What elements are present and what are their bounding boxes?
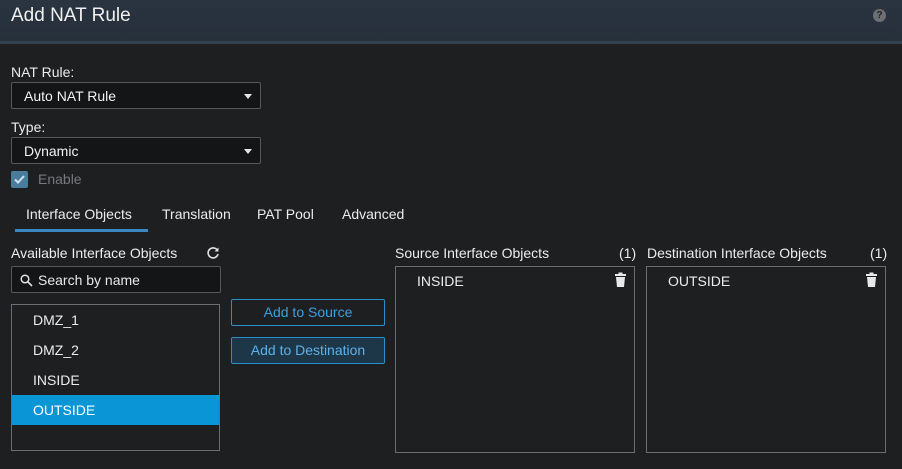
search-icon bbox=[20, 274, 33, 287]
refresh-icon[interactable] bbox=[206, 246, 220, 265]
list-item: INSIDE bbox=[417, 273, 464, 289]
list-item: OUTSIDE bbox=[668, 273, 731, 289]
chevron-down-icon bbox=[244, 149, 252, 154]
type-label: Type: bbox=[11, 119, 46, 135]
search-input[interactable] bbox=[38, 271, 216, 289]
type-select[interactable]: Dynamic bbox=[11, 137, 261, 164]
enable-label: Enable bbox=[38, 171, 82, 187]
tab-translation[interactable]: Translation bbox=[162, 206, 231, 222]
tab-interface-objects[interactable]: Interface Objects bbox=[26, 206, 132, 222]
dialog-header: Add NAT Rule ? bbox=[0, 0, 902, 44]
list-item[interactable]: INSIDE bbox=[12, 365, 219, 395]
source-objects-list: INSIDE bbox=[395, 266, 635, 453]
check-icon bbox=[14, 175, 25, 184]
tab-advanced[interactable]: Advanced bbox=[342, 206, 404, 222]
trash-icon[interactable] bbox=[865, 272, 878, 293]
nat-rule-label: NAT Rule: bbox=[11, 64, 75, 80]
dialog-title: Add NAT Rule bbox=[11, 5, 131, 26]
available-objects-list: DMZ_1 DMZ_2 INSIDE OUTSIDE bbox=[11, 304, 220, 451]
available-objects-title: Available Interface Objects bbox=[11, 245, 178, 261]
help-icon[interactable]: ? bbox=[873, 9, 886, 22]
chevron-down-icon bbox=[244, 94, 252, 99]
trash-icon[interactable] bbox=[614, 272, 627, 293]
destination-objects-list: OUTSIDE bbox=[646, 266, 886, 453]
destination-count: (1) bbox=[870, 245, 888, 261]
source-count: (1) bbox=[619, 245, 637, 261]
active-tab-indicator bbox=[15, 229, 148, 232]
nat-rule-select[interactable]: Auto NAT Rule bbox=[11, 82, 261, 109]
list-item[interactable]: DMZ_1 bbox=[12, 305, 219, 335]
search-box bbox=[11, 266, 221, 293]
tab-pat-pool[interactable]: PAT Pool bbox=[257, 206, 314, 222]
list-item[interactable]: DMZ_2 bbox=[12, 335, 219, 365]
add-to-destination-button[interactable]: Add to Destination bbox=[231, 337, 385, 364]
destination-objects-title: Destination Interface Objects bbox=[647, 245, 827, 261]
list-item[interactable]: OUTSIDE bbox=[12, 395, 219, 425]
source-objects-title: Source Interface Objects bbox=[395, 245, 550, 261]
nat-rule-value: Auto NAT Rule bbox=[24, 88, 117, 104]
type-value: Dynamic bbox=[24, 143, 79, 159]
enable-checkbox[interactable] bbox=[11, 171, 28, 188]
add-to-source-button[interactable]: Add to Source bbox=[231, 299, 385, 326]
